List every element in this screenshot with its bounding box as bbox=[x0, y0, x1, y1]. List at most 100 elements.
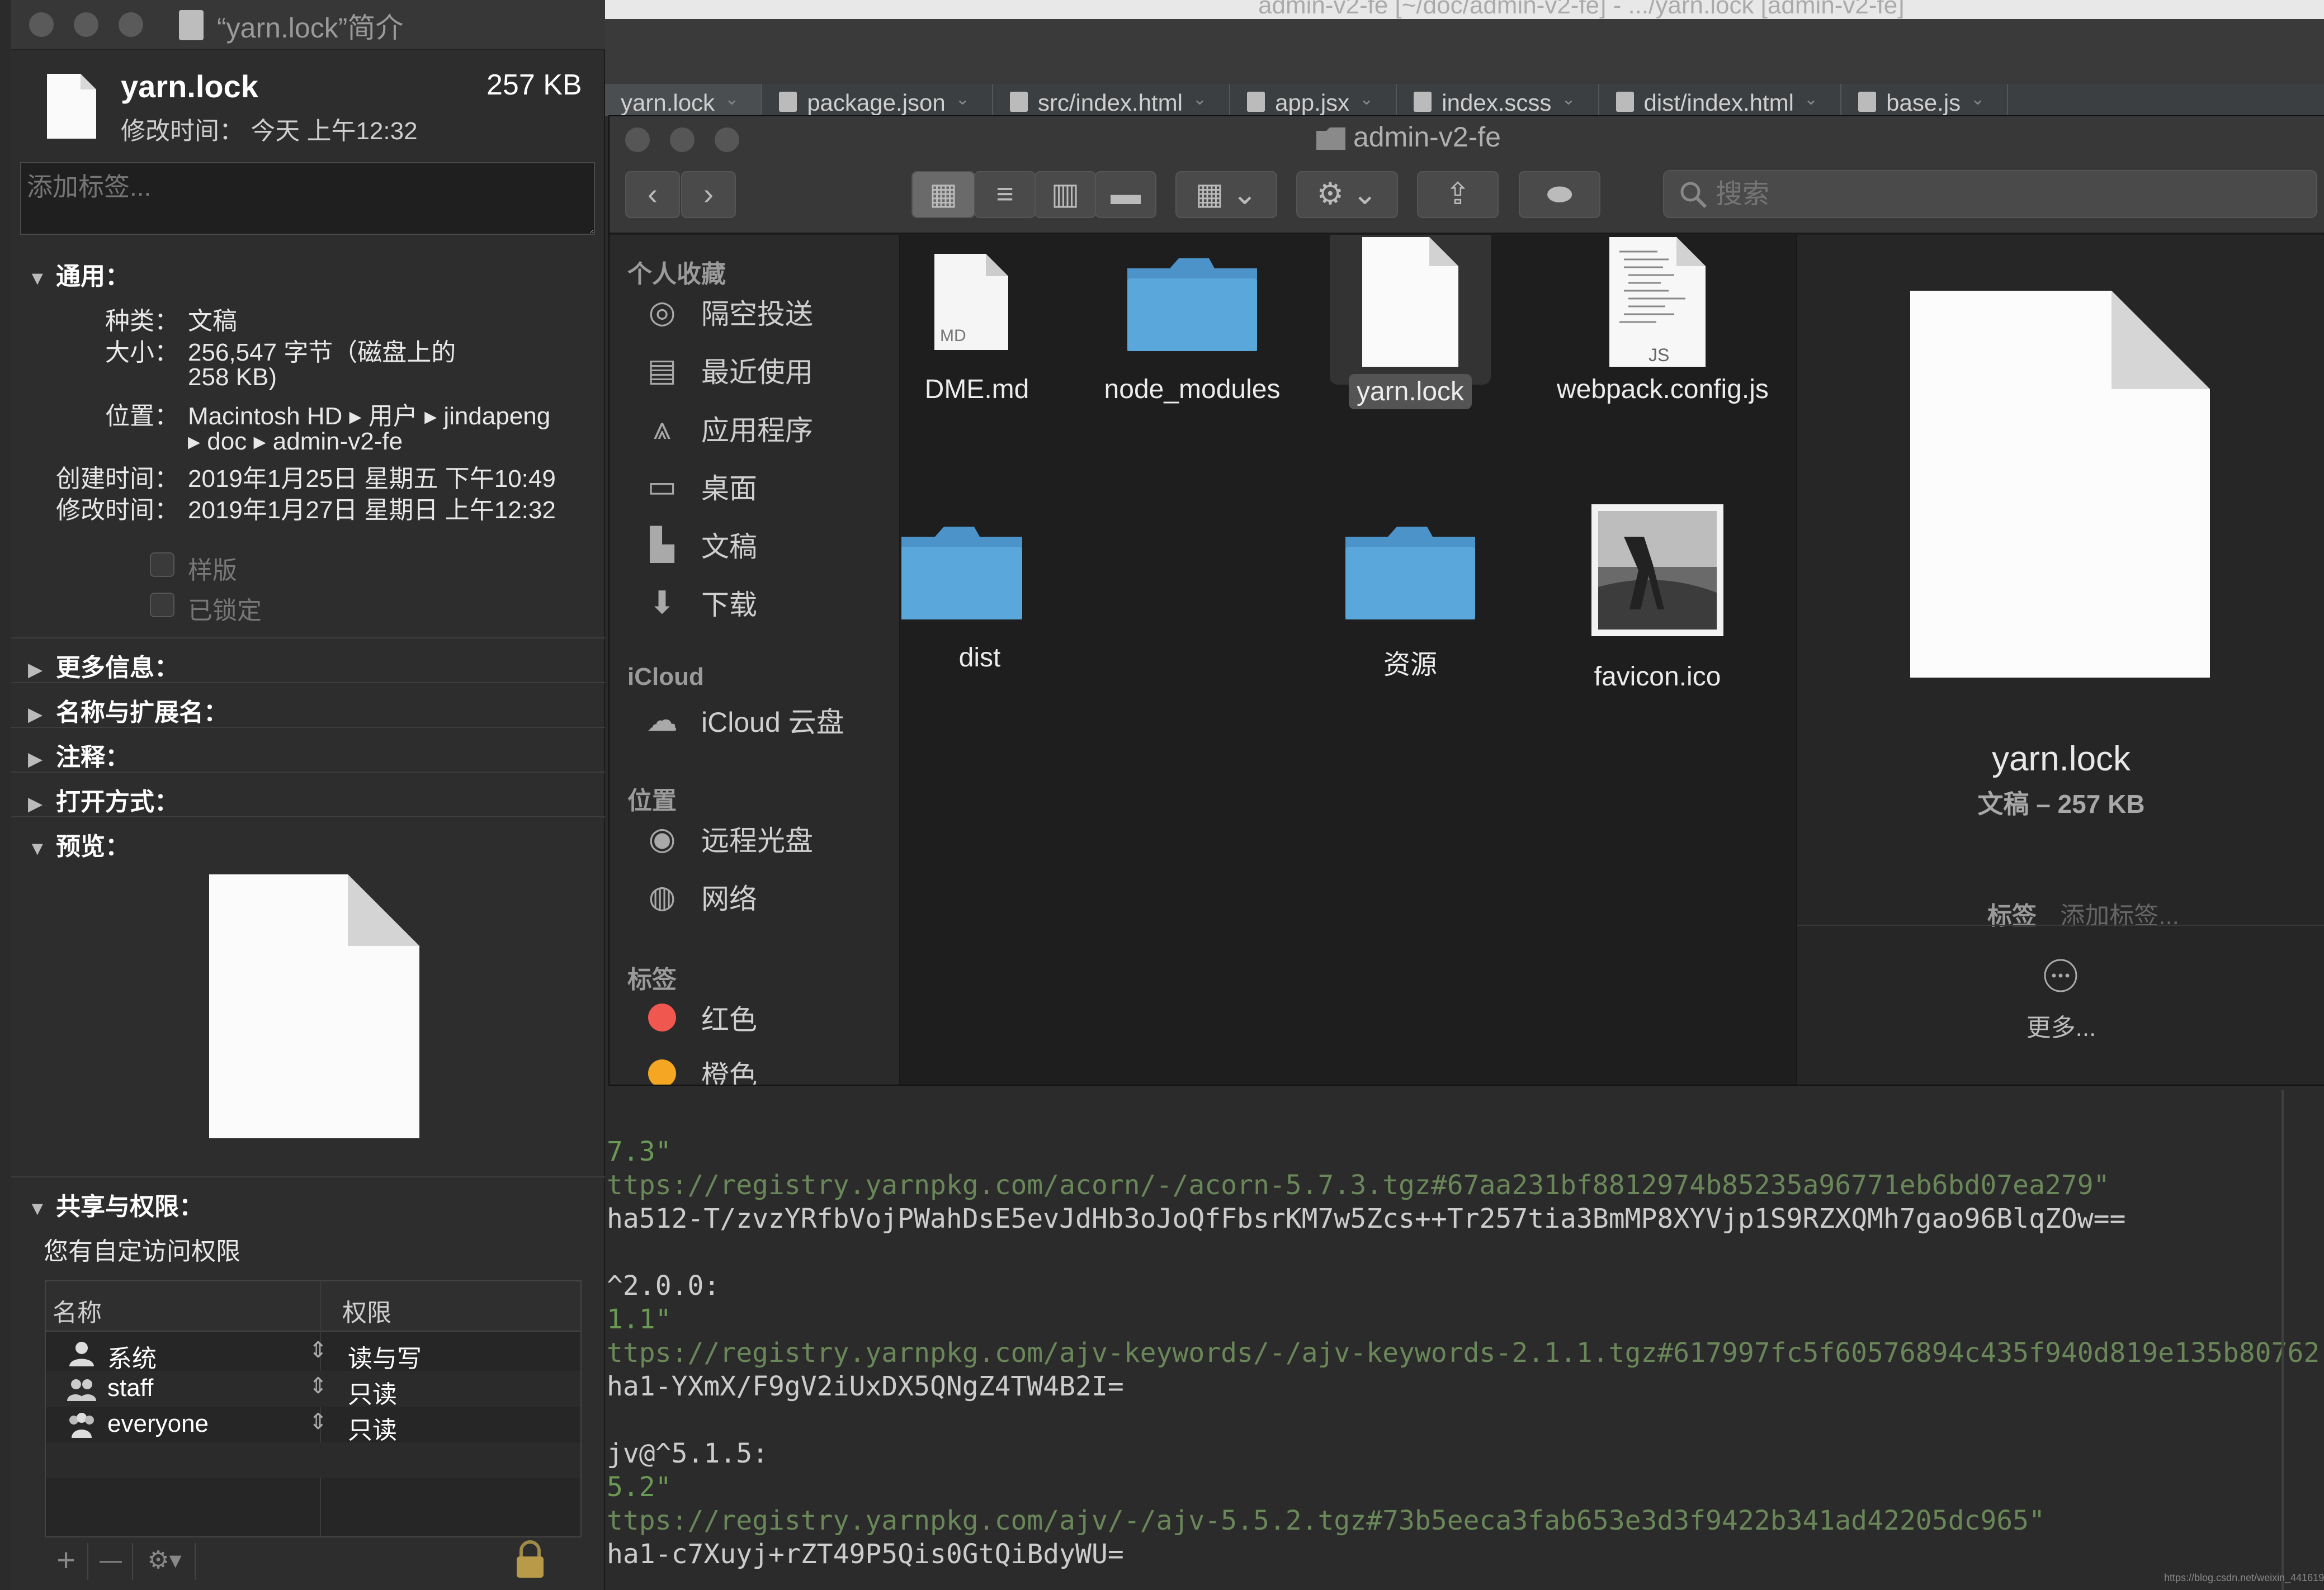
sidebar-item-documents[interactable]: ▙ 文稿 bbox=[643, 522, 895, 567]
stationery-label: 样版 bbox=[188, 557, 237, 584]
size-value: 256,547 字节（磁盘上的 bbox=[188, 339, 456, 366]
permission-privilege[interactable]: 读与写 bbox=[348, 1338, 422, 1374]
editor-tab[interactable]: app.jsx ⌄ bbox=[1230, 84, 1397, 116]
sidebar-item-label: 最近使用 bbox=[701, 357, 813, 388]
file-icon bbox=[1858, 92, 1877, 112]
section-name-extension[interactable]: ▶ 名称与扩展名： bbox=[28, 692, 228, 728]
permission-privilege[interactable]: 只读 bbox=[348, 1374, 397, 1410]
permission-note: 您有自定访问权限 bbox=[44, 1238, 240, 1265]
permission-privilege[interactable]: 只读 bbox=[348, 1410, 397, 1446]
permission-row[interactable]: everyone ⇕ 只读 bbox=[46, 1407, 580, 1444]
up-down-arrows-icon[interactable]: ⇕ bbox=[309, 1409, 328, 1435]
sidebar-item-network[interactable]: ◍ 网络 bbox=[643, 874, 895, 919]
sidebar-item-label: 应用程序 bbox=[701, 415, 813, 446]
sidebar-item-recents[interactable]: ▤ 最近使用 bbox=[643, 348, 895, 392]
column-header-name[interactable]: 名称 bbox=[53, 1293, 102, 1328]
everyone-icon bbox=[69, 1413, 94, 1438]
icon-view-button[interactable]: ▦ bbox=[911, 171, 975, 218]
stationery-checkbox[interactable] bbox=[150, 552, 174, 577]
code-view[interactable]: 7.3" ttps://registry.yarnpkg.com/acorn/-/… bbox=[607, 1135, 2324, 1571]
gallery-view-button[interactable]: ▬ bbox=[1095, 171, 1156, 218]
size-label: 大小： bbox=[105, 339, 179, 366]
group-by-button[interactable]: ▦ ⌄ bbox=[1175, 171, 1277, 218]
file-item[interactable]: MD DME.md bbox=[901, 252, 1041, 405]
image-thumbnail-icon bbox=[1591, 504, 1723, 636]
gear-icon[interactable]: ⚙ ⌄ bbox=[1296, 171, 1398, 218]
section-open-with[interactable]: ▶ 打开方式： bbox=[28, 782, 179, 817]
code-line: ha512-T/zvzYRfbVojPWahDsE5evJdHb3oJoQfFb… bbox=[607, 1203, 2126, 1234]
permission-name: 系统 bbox=[107, 1345, 157, 1373]
sidebar-heading-tags: 标签 bbox=[627, 966, 677, 993]
search-icon bbox=[1680, 182, 1707, 209]
disclosure-open-icon: ▼ bbox=[28, 268, 47, 289]
forward-button[interactable]: › bbox=[681, 171, 736, 218]
permission-row[interactable]: 系统 ⇕ 读与写 bbox=[46, 1335, 580, 1374]
more-icon[interactable] bbox=[2042, 957, 2079, 994]
tags-field[interactable] bbox=[20, 162, 595, 235]
locked-checkbox[interactable] bbox=[150, 593, 174, 617]
zoom-button[interactable] bbox=[715, 127, 739, 152]
disclosure-closed-icon: ▶ bbox=[28, 659, 43, 680]
search-input[interactable] bbox=[1663, 170, 2317, 218]
section-comments[interactable]: ▶ 注释： bbox=[28, 737, 130, 773]
sidebar-item-applications[interactable]: ⩓ 应用程序 bbox=[643, 406, 895, 451]
sidebar-item-icloud-drive[interactable]: ☁ iCloud 云盘 bbox=[643, 698, 895, 742]
section-preview[interactable]: ▼ 预览： bbox=[28, 826, 130, 862]
editor-tab[interactable]: base.js ⌄ bbox=[1841, 84, 2009, 116]
file-name: node_modules bbox=[1104, 375, 1281, 404]
close-button[interactable] bbox=[625, 127, 650, 152]
sidebar-item-tag-orange[interactable]: 橙色 bbox=[643, 1051, 895, 1085]
disclosure-closed-icon: ▶ bbox=[28, 704, 43, 725]
code-line: ttps://registry.yarnpkg.com/ajv/-/ajv-5.… bbox=[607, 1505, 2045, 1536]
column-header-privilege[interactable]: 权限 bbox=[342, 1293, 391, 1328]
column-view-button[interactable]: ▥ bbox=[1035, 171, 1096, 218]
section-more-info[interactable]: ▶ 更多信息： bbox=[28, 647, 179, 683]
section-sharing-permissions[interactable]: ▼ 共享与权限： bbox=[28, 1186, 204, 1222]
editor-tab[interactable]: yarn.lock ⌄ bbox=[604, 84, 763, 116]
minimize-button[interactable] bbox=[670, 127, 695, 152]
back-button[interactable]: ‹ bbox=[625, 171, 680, 218]
add-permission-button[interactable]: + bbox=[45, 1543, 88, 1580]
sidebar-item-downloads[interactable]: ⬇ 下载 bbox=[643, 580, 895, 625]
file-item[interactable]: node_modules bbox=[1092, 252, 1293, 405]
finder-window: admin-v2-fe ‹ › ▦ ≡ ▥ ▬ ▦ ⌄ ⚙ ⌄ ⇪ ⬬ 个人收藏… bbox=[608, 115, 2324, 1086]
file-item-selected[interactable]: yarn.lock bbox=[1310, 237, 1511, 409]
editor-tab[interactable]: index.scss ⌄ bbox=[1397, 84, 1599, 116]
up-down-arrows-icon[interactable]: ⇕ bbox=[309, 1373, 328, 1399]
gear-icon[interactable]: ⚙▾ bbox=[134, 1543, 196, 1580]
preview-tags[interactable]: 标签 添加标签... bbox=[1987, 896, 2179, 931]
tag-icon[interactable]: ⬬ bbox=[1519, 171, 1600, 218]
where-value: Macintosh HD ▸ 用户 ▸ jindapeng bbox=[188, 403, 551, 430]
file-item[interactable]: favicon.ico bbox=[1557, 503, 1758, 692]
chevron-down-icon: ⌄ bbox=[1359, 90, 1374, 108]
more-button[interactable]: 更多... bbox=[1797, 1007, 2324, 1043]
editor-tab[interactable]: dist/index.html ⌄ bbox=[1599, 84, 1842, 116]
editor-tab[interactable]: package.json ⌄ bbox=[762, 84, 993, 116]
section-label: 通用： bbox=[56, 263, 130, 290]
sidebar-item-tag-red[interactable]: 红色 bbox=[643, 995, 895, 1040]
chevron-down-icon: ⌄ bbox=[1803, 90, 1818, 108]
zoom-button[interactable] bbox=[119, 12, 143, 37]
lock-icon[interactable] bbox=[513, 1540, 547, 1579]
remove-permission-button[interactable]: — bbox=[89, 1543, 133, 1580]
permission-row[interactable]: staff ⇕ 只读 bbox=[46, 1371, 580, 1410]
sidebar-item-desktop[interactable]: ▭ 桌面 bbox=[643, 464, 895, 509]
file-item[interactable]: JS webpack.config.js bbox=[1557, 237, 1769, 405]
close-button[interactable] bbox=[29, 12, 54, 37]
network-icon: ◍ bbox=[648, 879, 676, 914]
file-item[interactable]: 资源 bbox=[1310, 520, 1511, 682]
sidebar-item-airdrop[interactable]: ◎ 隔空投送 bbox=[643, 290, 895, 334]
editor-scrollbar[interactable] bbox=[2282, 1090, 2284, 1590]
share-icon[interactable]: ⇪ bbox=[1417, 171, 1499, 218]
sidebar-item-remote-disc[interactable]: ◉ 远程光盘 bbox=[643, 816, 895, 861]
minimize-button[interactable] bbox=[74, 12, 98, 37]
editor-tab[interactable]: src/index.html ⌄ bbox=[993, 84, 1231, 116]
editor-tab-label: src/index.html bbox=[1037, 89, 1183, 116]
up-down-arrows-icon[interactable]: ⇕ bbox=[309, 1337, 328, 1363]
section-general[interactable]: ▼ 通用： bbox=[28, 256, 130, 292]
list-view-button[interactable]: ≡ bbox=[974, 171, 1036, 218]
file-item[interactable]: dist bbox=[901, 520, 1041, 673]
code-line: ha1-c7Xuyj+rZT49P5Qis0GtQiBdyWU= bbox=[607, 1539, 1124, 1570]
sidebar-item-label: 红色 bbox=[701, 1004, 757, 1035]
